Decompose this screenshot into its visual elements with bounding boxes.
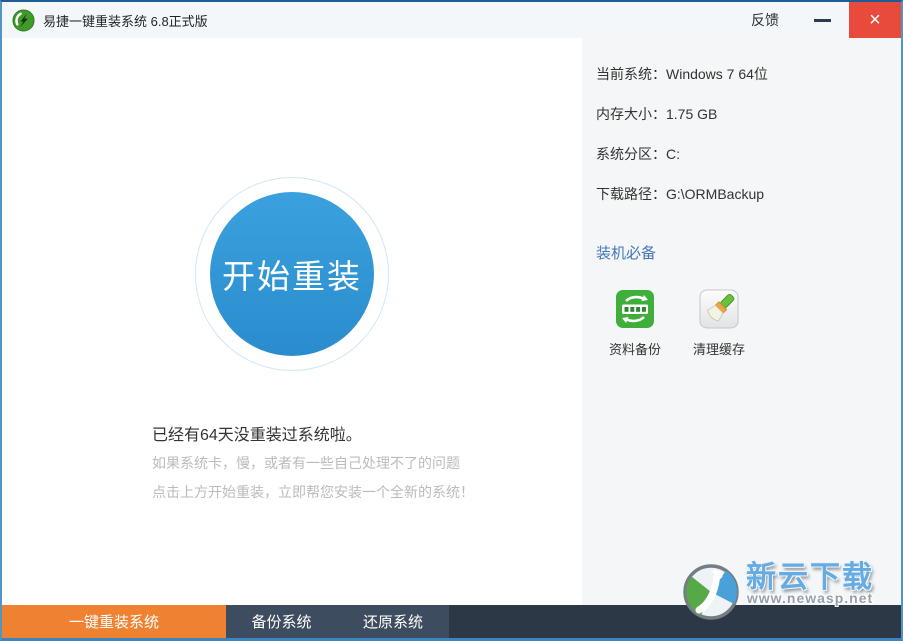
close-icon: × xyxy=(869,10,881,30)
tab-backup-system[interactable]: 备份系统 xyxy=(226,605,337,638)
info-label: 内存大小： xyxy=(596,106,666,122)
system-info-panel: 当前系统：Windows 7 64位 内存大小：1.75 GB 系统分区：C: … xyxy=(582,38,901,605)
feedback-link[interactable]: 反馈 xyxy=(751,10,779,30)
hint-line-2: 点击上方开始重装，立即帮您安装一个全新的系统！ xyxy=(152,482,474,502)
start-reinstall-label: 开始重装 xyxy=(222,250,362,298)
days-notice-text: 已经有64天没重装过系统啦。 xyxy=(152,421,362,445)
info-label: 下载路径： xyxy=(596,186,666,202)
clear-cache-app[interactable]: 清理缓存 xyxy=(680,289,758,358)
data-backup-label: 资料备份 xyxy=(609,339,661,358)
tab-one-key-reinstall[interactable]: 一键重装系统 xyxy=(2,605,226,638)
info-label: 当前系统： xyxy=(596,66,666,82)
info-download-path: 下载路径：G:\ORMBackup xyxy=(596,184,901,200)
data-backup-app[interactable]: 资料备份 xyxy=(596,289,674,358)
tab-restore-system[interactable]: 还原系统 xyxy=(337,605,449,638)
app-window: 易捷一键重装系统 6.8正式版 反馈 × 开始重装 已经有64天没重装过系统啦。… xyxy=(0,0,903,641)
backup-sync-icon xyxy=(615,289,655,329)
tab-label: 还原系统 xyxy=(363,611,423,632)
main-area: 开始重装 已经有64天没重装过系统啦。 如果系统卡，慢，或者有一些自己处理不了的… xyxy=(2,38,582,605)
clean-brush-icon xyxy=(699,289,739,329)
close-button[interactable]: × xyxy=(849,2,901,38)
clear-cache-label: 清理缓存 xyxy=(693,339,745,358)
essentials-apps: 资料备份 xyxy=(596,289,901,358)
info-value: G:\ORMBackup xyxy=(666,186,764,202)
info-label: 系统分区： xyxy=(596,146,666,162)
minimize-icon xyxy=(814,19,831,22)
info-memory-size: 内存大小：1.75 GB xyxy=(596,104,901,120)
hint-line-1: 如果系统卡，慢，或者有一些自己处理不了的问题 xyxy=(152,453,460,473)
info-system-partition: 系统分区：C: xyxy=(596,144,901,160)
tab-label: 备份系统 xyxy=(251,611,311,632)
info-value: C: xyxy=(666,146,680,162)
title-bar: 易捷一键重装系统 6.8正式版 反馈 × xyxy=(2,2,901,38)
info-current-system: 当前系统：Windows 7 64位 xyxy=(596,64,901,80)
tab-bar-filler xyxy=(449,605,901,638)
info-value: 1.75 GB xyxy=(666,106,717,122)
start-button-ring: 开始重装 xyxy=(195,177,389,371)
minimize-button[interactable] xyxy=(805,2,839,38)
start-reinstall-button[interactable]: 开始重装 xyxy=(210,192,374,356)
bottom-tab-bar: 一键重装系统 备份系统 还原系统 xyxy=(2,605,901,638)
info-value: Windows 7 64位 xyxy=(666,66,768,82)
tab-label: 一键重装系统 xyxy=(69,611,159,632)
app-logo-icon xyxy=(12,9,35,32)
content-area: 开始重装 已经有64天没重装过系统啦。 如果系统卡，慢，或者有一些自己处理不了的… xyxy=(2,38,901,605)
window-title: 易捷一键重装系统 6.8正式版 xyxy=(43,11,208,30)
titlebar-controls: 反馈 × xyxy=(751,2,901,38)
essentials-heading: 装机必备 xyxy=(596,242,901,263)
